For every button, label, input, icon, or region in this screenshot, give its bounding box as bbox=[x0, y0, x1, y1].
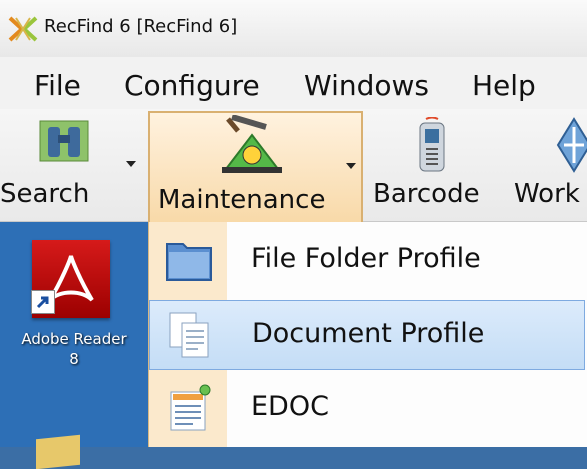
menu-item-label: Document Profile bbox=[252, 318, 485, 349]
search-button[interactable]: Search bbox=[0, 109, 146, 217]
menu-item-file-folder-profile[interactable]: File Folder Profile bbox=[149, 226, 585, 296]
folder-icon bbox=[166, 243, 212, 281]
search-label: Search bbox=[0, 179, 90, 209]
work-button[interactable]: Work bbox=[508, 109, 587, 217]
menu-windows[interactable]: Windows bbox=[304, 69, 429, 102]
menu-item-label: EDOC bbox=[251, 391, 329, 422]
menu-configure[interactable]: Configure bbox=[124, 69, 260, 102]
edoc-icon bbox=[170, 384, 211, 431]
maintenance-label: Maintenance bbox=[158, 185, 326, 215]
envelope-icon[interactable] bbox=[36, 434, 80, 469]
desktop-background: Adobe Reader 8 bbox=[0, 222, 148, 469]
menu-help[interactable]: Help bbox=[472, 69, 536, 102]
toolbar: Search Maintenance Barcode Work bbox=[0, 109, 587, 223]
binoculars-icon bbox=[39, 120, 89, 162]
title-bar: RecFind 6 [RecFind 6] bbox=[0, 0, 587, 58]
maintenance-button[interactable]: Maintenance bbox=[148, 111, 363, 223]
menu-item-label: File Folder Profile bbox=[251, 243, 481, 274]
maintenance-icon bbox=[222, 115, 282, 173]
menu-item-document-profile[interactable]: Document Profile bbox=[149, 300, 585, 370]
barcode-label: Barcode bbox=[373, 179, 480, 209]
barcode-button[interactable]: Barcode bbox=[365, 109, 505, 217]
workflow-icon bbox=[556, 117, 587, 173]
maintenance-dropdown-arrow[interactable] bbox=[346, 163, 356, 169]
adobe-reader-label-line2: 8 bbox=[69, 350, 79, 368]
shortcut-arrow-icon bbox=[31, 290, 55, 314]
document-icon bbox=[169, 312, 209, 358]
menu-bar: File Configure Windows Help bbox=[0, 57, 587, 109]
work-label: Work bbox=[514, 179, 580, 209]
adobe-reader-label-line1: Adobe Reader bbox=[21, 330, 127, 348]
maintenance-dropdown-menu: File Folder Profile Document Profile EDO… bbox=[148, 222, 587, 447]
recfind-app-icon bbox=[8, 16, 38, 42]
search-dropdown-arrow[interactable] bbox=[126, 161, 136, 167]
window-title: RecFind 6 [RecFind 6] bbox=[44, 16, 238, 37]
barcode-scanner-icon bbox=[419, 117, 445, 172]
menu-item-edoc[interactable]: EDOC bbox=[149, 374, 585, 444]
menu-file[interactable]: File bbox=[34, 69, 81, 102]
